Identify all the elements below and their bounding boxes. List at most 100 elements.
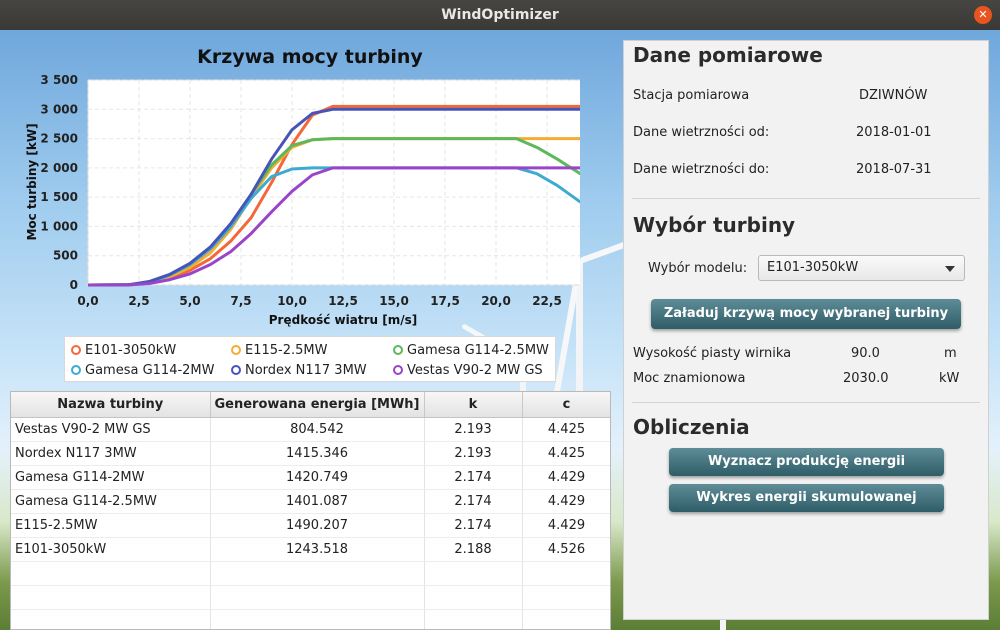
legend-label: Gamesa G114-2MW bbox=[85, 363, 215, 378]
date-to-label: Dane wietrzności do: bbox=[633, 162, 770, 177]
legend-item: Nordex N117 3MW bbox=[231, 363, 367, 378]
legend-label: Gamesa G114-2.5MW bbox=[407, 343, 549, 358]
legend-item: E101-3050kW bbox=[71, 343, 176, 358]
legend-item: Vestas V90-2 MW GS bbox=[393, 363, 543, 378]
x-tick-label: 2,5 bbox=[128, 294, 149, 308]
y-tick-label: 500 bbox=[53, 249, 78, 263]
table-row[interactable]: Vestas V90-2 MW GS 804.542 2.193 4.425 bbox=[11, 417, 610, 442]
separator bbox=[632, 198, 980, 199]
y-tick-label: 3 500 bbox=[40, 73, 78, 87]
cumulative-energy-chart-button[interactable]: Wykres energii skumulowanej bbox=[669, 484, 944, 512]
legend-label: Vestas V90-2 MW GS bbox=[407, 363, 543, 378]
turbine-heading: Wybór turbiny bbox=[633, 213, 796, 237]
power-curve-chart: 0 500 1 000 1 500 2 000 2 500 3 000 3 500 0,0 2,… bbox=[25, 73, 580, 327]
cell-energy: 1415.346 bbox=[210, 441, 425, 466]
column-header-name[interactable]: Nazwa turbiny bbox=[11, 392, 211, 418]
legend-dot-icon bbox=[393, 365, 403, 375]
cell-c: 4.425 bbox=[522, 417, 610, 442]
date-to-value: 2018-07-31 bbox=[856, 162, 932, 177]
model-select-value: E101-3050kW bbox=[767, 260, 859, 275]
rated-power-label: Moc znamionowa bbox=[633, 371, 746, 386]
cell-k: 2.174 bbox=[424, 489, 523, 514]
rated-power-unit: kW bbox=[939, 371, 960, 386]
y-tick-label: 1 000 bbox=[40, 219, 78, 233]
x-tick-label: 15,0 bbox=[379, 294, 409, 308]
table-row-empty bbox=[11, 585, 610, 610]
cell-energy: 1490.207 bbox=[210, 513, 425, 538]
x-axis-label: Prędkość wiatru [m/s] bbox=[269, 313, 417, 327]
legend-label: E101-3050kW bbox=[85, 343, 177, 358]
cell-energy: 1401.087 bbox=[210, 489, 425, 514]
cell-c: 4.425 bbox=[522, 441, 610, 466]
rated-power-value: 2030.0 bbox=[843, 371, 889, 386]
y-tick-label: 2 000 bbox=[40, 161, 78, 175]
chart-legend: E101-3050kW E115-2.5MW Gamesa G114-2.5MW… bbox=[64, 336, 556, 382]
x-tick-label: 0,0 bbox=[77, 294, 98, 308]
cell-energy: 1243.518 bbox=[210, 537, 425, 562]
cell-k: 2.188 bbox=[424, 537, 523, 562]
table-header-row: Nazwa turbiny Generowana energia [MWh] k… bbox=[11, 392, 610, 418]
table-row[interactable]: E115-2.5MW 1490.207 2.174 4.429 bbox=[11, 513, 610, 538]
hub-height-value: 90.0 bbox=[851, 346, 880, 361]
measurement-heading: Dane pomiarowe bbox=[633, 43, 823, 67]
legend-item: E115-2.5MW bbox=[231, 343, 327, 358]
column-header-k[interactable]: k bbox=[424, 392, 523, 418]
station-label: Stacja pomiarowa bbox=[633, 88, 750, 103]
legend-dot-icon bbox=[71, 345, 81, 355]
table-row-empty bbox=[11, 609, 610, 629]
y-tick-label: 3 000 bbox=[40, 102, 78, 116]
close-icon[interactable]: ✕ bbox=[974, 6, 992, 24]
column-header-c[interactable]: c bbox=[522, 392, 610, 418]
legend-item: Gamesa G114-2.5MW bbox=[393, 343, 549, 358]
separator bbox=[632, 402, 980, 403]
legend-dot-icon bbox=[393, 345, 403, 355]
y-tick-label: 2 500 bbox=[40, 132, 78, 146]
table-row[interactable]: Nordex N117 3MW 1415.346 2.193 4.425 bbox=[11, 441, 610, 466]
table-row[interactable]: Gamesa G114-2MW 1420.749 2.174 4.429 bbox=[11, 465, 610, 490]
model-select[interactable]: E101-3050kW bbox=[758, 255, 965, 281]
table-row[interactable]: Gamesa G114-2.5MW 1401.087 2.174 4.429 bbox=[11, 489, 610, 514]
cell-turbine-name: Gamesa G114-2.5MW bbox=[11, 489, 211, 514]
hub-height-unit: m bbox=[944, 346, 957, 361]
legend-item: Gamesa G114-2MW bbox=[71, 363, 215, 378]
cell-c: 4.429 bbox=[522, 465, 610, 490]
date-from-value: 2018-01-01 bbox=[856, 125, 932, 140]
load-power-curve-button[interactable]: Załaduj krzywą mocy wybranej turbiny bbox=[651, 299, 961, 329]
x-tick-label: 5,0 bbox=[179, 294, 200, 308]
cell-c: 4.429 bbox=[522, 513, 610, 538]
legend-dot-icon bbox=[231, 345, 241, 355]
side-panel: Dane pomiarowe Stacja pomiarowa DZIWNÓW … bbox=[623, 40, 989, 620]
table-row[interactable]: E101-3050kW 1243.518 2.188 4.526 bbox=[11, 537, 610, 562]
compute-energy-button[interactable]: Wyznacz produkcję energii bbox=[669, 448, 944, 476]
cell-c: 4.526 bbox=[522, 537, 610, 562]
calculations-heading: Obliczenia bbox=[633, 415, 750, 439]
column-header-energy[interactable]: Generowana energia [MWh] bbox=[210, 392, 425, 418]
table-row-empty bbox=[11, 561, 610, 586]
y-tick-label: 1 500 bbox=[40, 190, 78, 204]
cell-c: 4.429 bbox=[522, 489, 610, 514]
legend-dot-icon bbox=[231, 365, 241, 375]
y-axis-label: Moc turbiny [kW] bbox=[25, 123, 39, 240]
chevron-down-icon bbox=[945, 266, 955, 272]
hub-height-label: Wysokość piasty wirnika bbox=[633, 346, 792, 361]
cell-k: 2.193 bbox=[424, 417, 523, 442]
x-tick-label: 17,5 bbox=[430, 294, 460, 308]
cell-k: 2.174 bbox=[424, 465, 523, 490]
x-tick-label: 12,5 bbox=[328, 294, 358, 308]
cell-turbine-name: Nordex N117 3MW bbox=[11, 441, 211, 466]
cell-turbine-name: E101-3050kW bbox=[11, 537, 211, 562]
results-table[interactable]: Nazwa turbiny Generowana energia [MWh] k… bbox=[10, 391, 611, 630]
window-title: WindOptimizer bbox=[441, 7, 559, 23]
legend-label: E115-2.5MW bbox=[245, 343, 328, 358]
cell-k: 2.193 bbox=[424, 441, 523, 466]
title-bar: WindOptimizer ✕ bbox=[0, 0, 1000, 30]
model-label: Wybór modelu: bbox=[648, 261, 748, 276]
main-content: Krzywa mocy turbiny 0 500 1 000 1 500 2 000 2… bbox=[0, 30, 1000, 630]
cell-k: 2.174 bbox=[424, 513, 523, 538]
y-tick-label: 0 bbox=[70, 278, 78, 292]
x-tick-label: 20,0 bbox=[481, 294, 511, 308]
station-value: DZIWNÓW bbox=[859, 88, 928, 103]
cell-energy: 804.542 bbox=[210, 417, 425, 442]
cell-turbine-name: E115-2.5MW bbox=[11, 513, 211, 538]
cell-turbine-name: Gamesa G114-2MW bbox=[11, 465, 211, 490]
